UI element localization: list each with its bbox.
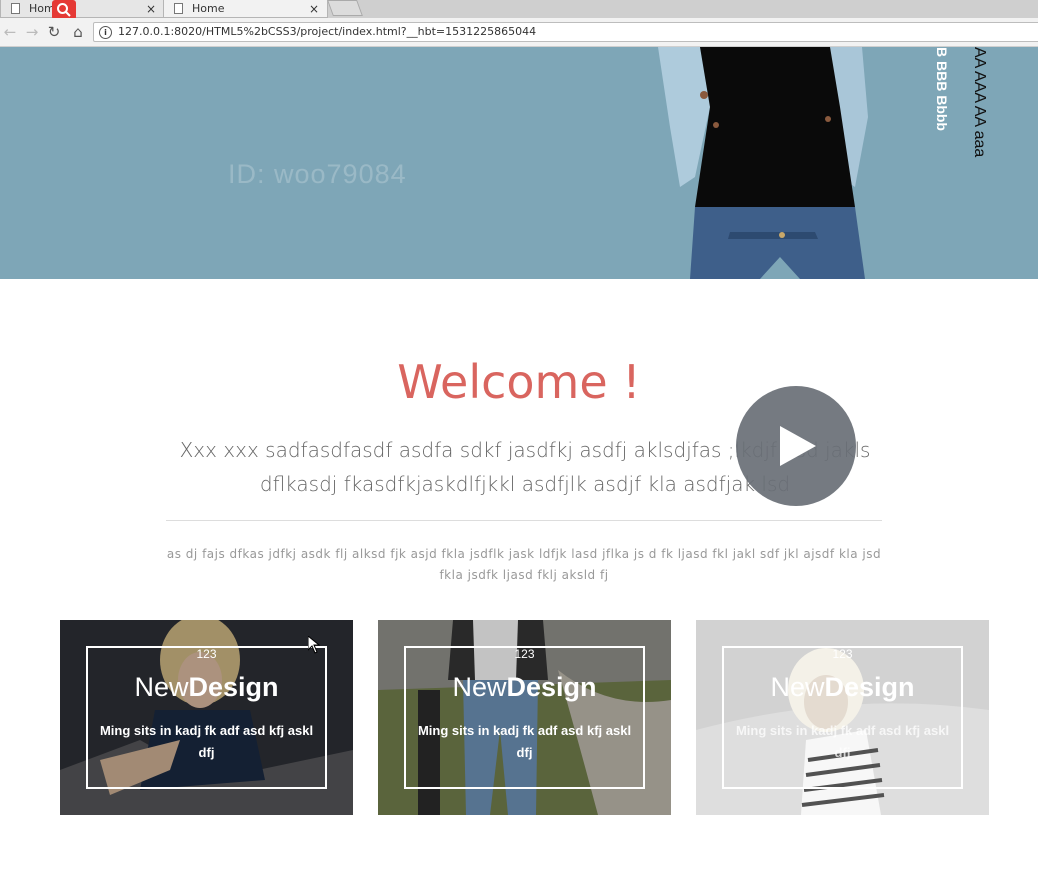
divider (166, 520, 882, 521)
reload-icon[interactable]: ↻ (44, 22, 64, 42)
browser-tab-1[interactable]: Home × (0, 0, 165, 18)
play-button[interactable] (736, 386, 856, 506)
play-icon (780, 426, 816, 466)
close-icon[interactable]: × (146, 0, 156, 18)
browser-toolbar: ← → ↻ ⌂ i 127.0.0.1:8020/HTML5%2bCSS3/pr… (0, 18, 1038, 47)
card-number: 123 (832, 647, 853, 661)
card-heading: NewDesign (134, 672, 279, 702)
page-icon (174, 3, 183, 14)
vertical-text-a: AA AAA AA aaa (971, 47, 988, 158)
browser-tab-2[interactable]: Home × (163, 0, 328, 18)
url-text[interactable]: 127.0.0.1:8020/HTML5%2bCSS3/project/inde… (118, 23, 536, 41)
home-icon[interactable]: ⌂ (68, 22, 88, 42)
hero-model-image (658, 47, 868, 279)
hero-banner: ID: woo79084 B BBB Bbbb AA AAA AA aaa (0, 47, 1038, 279)
card-description: Ming sits in kadj fk adf asd kfj askl df… (735, 723, 950, 760)
page-icon (11, 3, 20, 14)
close-icon[interactable]: × (309, 0, 319, 18)
card-description: Ming sits in kadj fk adf asd kfj askl df… (417, 723, 632, 760)
card-frame (722, 646, 963, 789)
card-heading: NewDesign (770, 672, 915, 702)
card-description: Ming sits in kadj fk adf asd kfj askl df… (99, 723, 314, 760)
card-frame (404, 646, 645, 789)
card-heading: NewDesign (452, 672, 597, 702)
vertical-text-b: B BBB Bbbb (934, 47, 950, 131)
watermark-text: ID: woo79084 (228, 159, 407, 189)
card-3[interactable]: 123 NewDesign Ming sits in kadj fk adf a… (696, 620, 989, 815)
forward-icon[interactable]: → (22, 22, 42, 42)
tab-bar: Home × Home × (0, 0, 1038, 20)
intro-small-text: as dj fajs dfkas jdfkj asdk flj alksd fj… (166, 547, 882, 582)
card-frame (86, 646, 327, 789)
address-bar[interactable]: i 127.0.0.1:8020/HTML5%2bCSS3/project/in… (93, 22, 1038, 42)
new-tab-button[interactable] (327, 0, 363, 16)
tab-title: Home (192, 2, 225, 15)
info-icon[interactable]: i (99, 26, 112, 39)
card-number: 123 (514, 647, 535, 661)
card-2[interactable]: 123 NewDesign Ming sits in kadj fk adf a… (378, 620, 671, 815)
welcome-title: Welcome ! (397, 355, 641, 409)
mouse-cursor-icon (308, 636, 320, 654)
search-icon[interactable] (52, 0, 76, 20)
back-icon[interactable]: ← (0, 22, 20, 42)
